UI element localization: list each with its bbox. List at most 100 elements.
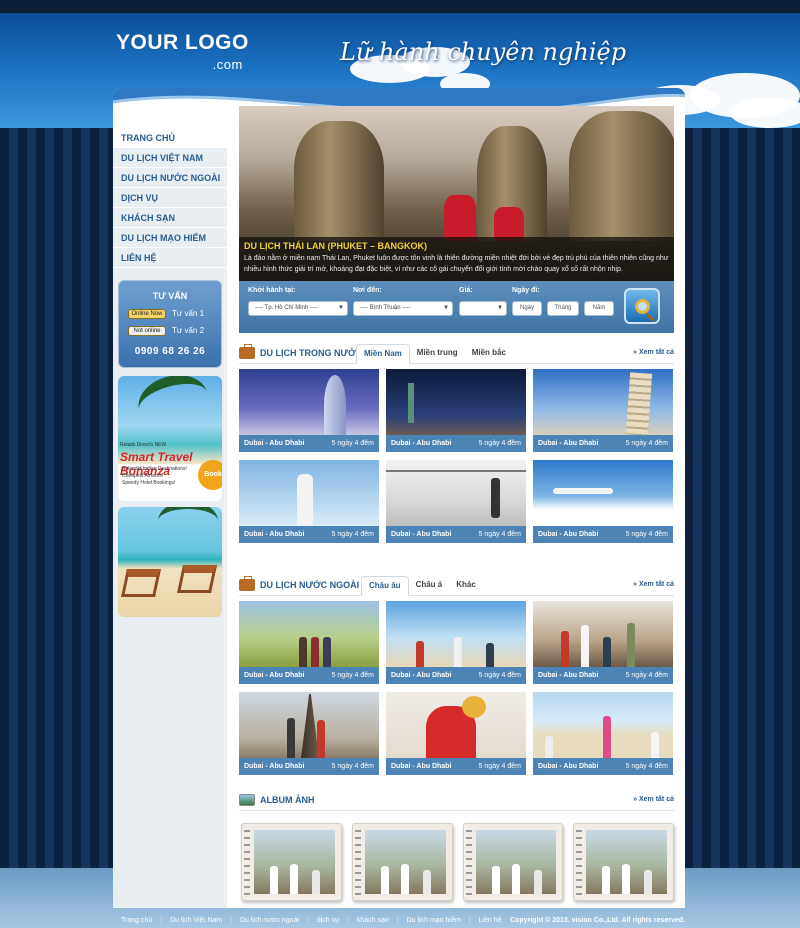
tour-card[interactable]: Dubai - Abu Dhabi 5 ngày 4 đêm <box>533 601 673 684</box>
tour-name: Dubai - Abu Dhabi <box>244 531 305 538</box>
search-button[interactable] <box>624 288 660 324</box>
tour-photo <box>386 460 526 526</box>
year-input[interactable]: Năm <box>584 301 614 316</box>
palm-leaves-graphic <box>158 507 218 541</box>
departure-label: Khởi hành tại: <box>248 287 296 294</box>
person-graphic <box>317 720 325 758</box>
tour-photo <box>386 692 526 758</box>
month-input[interactable]: Tháng <box>547 301 579 316</box>
tab-mien-nam[interactable]: Miền Nam <box>356 344 410 364</box>
tab-chau-au[interactable]: Châu âu <box>361 576 409 596</box>
ad-lines: Splendid Indian Destinations! Cheapest A… <box>122 466 187 487</box>
view-all-link[interactable]: » Xem tất cả <box>633 349 674 356</box>
album-item[interactable] <box>462 823 564 901</box>
tour-photo <box>239 369 379 435</box>
menu-item-foreign-tours[interactable]: Du lịch nước ngoài <box>113 168 227 188</box>
footer-link-services[interactable]: dịch vụ <box>309 917 347 924</box>
tour-name: Dubai - Abu Dhabi <box>244 763 305 770</box>
hero-caption: DU LỊCH THÁI LAN (PHUKET – BANGKOK) Là đ… <box>239 237 674 281</box>
tour-photo <box>386 601 526 667</box>
consult-label: Tư vấn 2 <box>172 326 205 335</box>
departure-value: ---- Tp. Hồ Chí Minh ---- <box>255 305 318 311</box>
tour-name: Dubai - Abu Dhabi <box>244 440 305 447</box>
sidebar: Trang chủ Du lịch Việt Nam Du lịch nước … <box>113 128 227 908</box>
person-graphic <box>603 637 611 667</box>
footer-link-foreign-tours[interactable]: Du lịch nước ngoài <box>232 917 307 924</box>
ad-book-badge: Book Now <box>198 460 222 490</box>
tour-card[interactable]: Dubai - Abu Dhabi 5 ngày 4 đêm <box>533 692 673 775</box>
beach-chair-graphic <box>121 569 161 597</box>
tour-card[interactable]: Dubai - Abu Dhabi 5 ngày 4 đêm <box>533 460 673 543</box>
menu-item-home[interactable]: Trang chủ <box>113 128 227 148</box>
suitcase-icon <box>239 344 255 359</box>
section-title: DU LỊCH TRONG NƯỚC <box>260 348 363 358</box>
tour-grid: Dubai - Abu Dhabi 5 ngày 4 đêm Dubai - Ab… <box>239 601 674 775</box>
hero-title[interactable]: DU LỊCH THÁI LAN (PHUKET – BANGKOK) <box>244 241 669 251</box>
person-graphic <box>644 870 653 894</box>
traveler-graphic <box>491 478 500 518</box>
consult-title: TƯ VẤN <box>152 291 188 301</box>
footer-link-contact[interactable]: Liên hệ <box>471 917 510 924</box>
price-select[interactable]: ▼ <box>459 301 507 316</box>
tour-card[interactable]: Dubai - Abu Dhabi 5 ngày 4 đêm <box>239 692 379 775</box>
album-item[interactable] <box>573 823 674 901</box>
tour-card[interactable]: Dubai - Abu Dhabi 5 ngày 4 đêm <box>239 601 379 684</box>
footer-link-home[interactable]: Trang chủ <box>113 917 160 924</box>
tour-card[interactable]: Dubai - Abu Dhabi 5 ngày 4 đêm <box>533 369 673 452</box>
view-all-link[interactable]: » Xem tất cả <box>633 796 674 803</box>
site-logo[interactable]: YOUR LOGO .com <box>116 32 249 75</box>
section-title: DU LỊCH NƯỚC NGOÀI <box>260 580 360 590</box>
hero-description: Là đảo nằm ở miền nam Thái Lan, Phuket l… <box>244 255 669 273</box>
travel-ad-banner[interactable]: Retails Direct's NEW Smart Travel Bonanz… <box>118 376 222 501</box>
menu-item-contact[interactable]: Liên hệ <box>113 248 227 268</box>
tour-caption: Dubai - Abu Dhabi 5 ngày 4 đêm <box>239 435 379 452</box>
album-item[interactable] <box>351 823 453 901</box>
tour-card[interactable]: Dubai - Abu Dhabi 5 ngày 4 đêm <box>386 460 526 543</box>
person-graphic <box>312 870 320 894</box>
tab-mien-trung[interactable]: Miền trung <box>410 344 465 364</box>
footer-link-vietnam-tours[interactable]: Du lịch Việt Nam <box>162 917 230 924</box>
album-item[interactable] <box>241 823 342 901</box>
footer-link-hotels[interactable]: khách sạn <box>349 917 397 924</box>
person-graphic <box>622 864 631 894</box>
menu-item-services[interactable]: Dịch vụ <box>113 188 227 208</box>
tab-mien-bac[interactable]: Miền bắc <box>465 344 513 364</box>
menu-item-vietnam-tours[interactable]: Du lịch Việt Nam <box>113 148 227 168</box>
tab-chau-a[interactable]: Châu á <box>409 576 450 596</box>
tour-card[interactable]: Dubai - Abu Dhabi 5 ngày 4 đêm <box>386 369 526 452</box>
tour-duration: 5 ngày 4 đêm <box>625 763 668 770</box>
hotline-number: 0909 68 26 26 <box>134 346 206 357</box>
consult-row[interactable]: Not online Tư vấn 2 <box>119 322 221 339</box>
tour-duration: 5 ngày 4 đêm <box>625 440 668 447</box>
tour-duration: 5 ngày 4 đêm <box>625 672 668 679</box>
consult-label: Tư vấn 1 <box>172 309 205 318</box>
statue-graphic <box>408 383 414 423</box>
tour-duration: 5 ngày 4 đêm <box>478 440 521 447</box>
menu-item-adventure-tours[interactable]: Du lịch mạo hiểm <box>113 228 227 248</box>
tour-card[interactable]: Dubai - Abu Dhabi 5 ngày 4 đêm <box>239 460 379 543</box>
destination-select[interactable]: ---- Bình Thuận ---- ▼ <box>353 301 453 316</box>
tour-duration: 5 ngày 4 đêm <box>625 531 668 538</box>
view-all-link[interactable]: » Xem tất cả <box>633 581 674 588</box>
tour-name: Dubai - Abu Dhabi <box>538 440 599 447</box>
person-graphic <box>603 716 611 758</box>
departure-select[interactable]: ---- Tp. Hồ Chí Minh ---- ▼ <box>248 301 348 316</box>
tour-caption: Dubai - Abu Dhabi 5 ngày 4 đêm <box>239 758 379 775</box>
copyright-text: Copyright © 2013. vision Co.,Ltd. All ri… <box>510 916 685 924</box>
hero-banner[interactable]: DU LỊCH THÁI LAN (PHUKET – BANGKOK) Là đ… <box>239 106 674 281</box>
ad-line: Splendid Indian Destinations! <box>122 466 187 472</box>
destination-value: ---- Bình Thuận ---- <box>360 305 411 311</box>
beach-ad-banner[interactable] <box>118 507 222 617</box>
tour-card[interactable]: Dubai - Abu Dhabi 5 ngày 4 đêm <box>239 369 379 452</box>
tour-card[interactable]: Dubai - Abu Dhabi 5 ngày 4 đêm <box>386 692 526 775</box>
menu-item-hotels[interactable]: Khách sạn <box>113 208 227 228</box>
consult-box: TƯ VẤN Online Now Tư vấn 1 Not online Tư… <box>118 280 222 368</box>
tour-name: Dubai - Abu Dhabi <box>538 763 599 770</box>
tour-card[interactable]: Dubai - Abu Dhabi 5 ngày 4 đêm <box>386 601 526 684</box>
ad-line: Speedy Hotel Bookings! <box>122 480 176 486</box>
footer-link-adventure-tours[interactable]: Du lịch mạo hiểm <box>399 917 469 924</box>
tab-khac[interactable]: Khác <box>449 576 483 596</box>
day-input[interactable]: Ngày <box>512 301 542 316</box>
consult-row[interactable]: Online Now Tư vấn 1 <box>119 305 221 322</box>
tour-caption: Dubai - Abu Dhabi 5 ngày 4 đêm <box>533 758 673 775</box>
